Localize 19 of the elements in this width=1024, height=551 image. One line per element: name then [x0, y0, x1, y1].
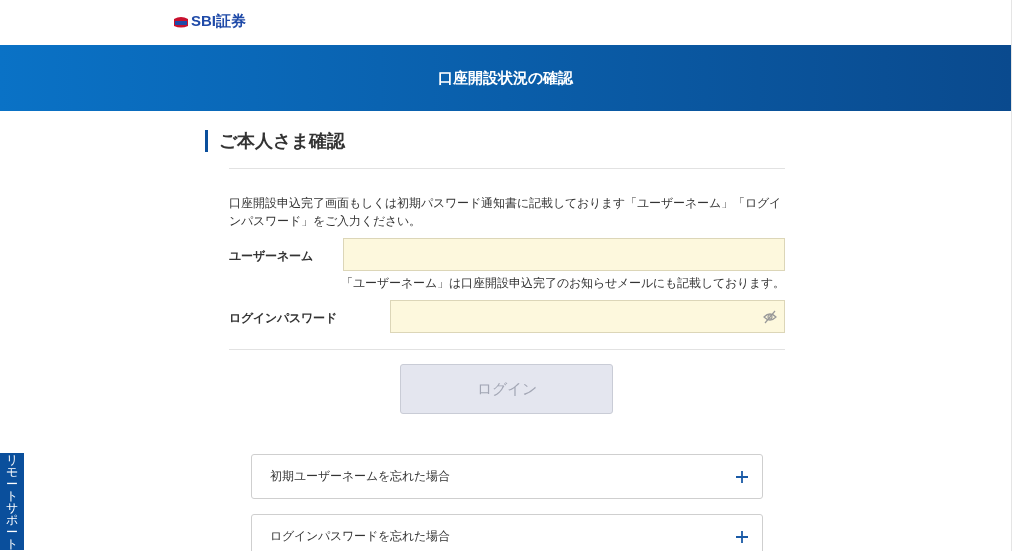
field-label: ログインパスワード [229, 310, 338, 327]
accordion-label: 初期ユーザーネームを忘れた場合 [270, 468, 450, 485]
hint-text: 「ユーザーネーム」は口座開設申込完了のお知らせメールにも記載しております。 [341, 275, 785, 292]
accordion-item[interactable]: 初期ユーザーネームを忘れた場合 [251, 454, 763, 499]
username-field[interactable] [343, 238, 785, 271]
password-field[interactable] [390, 300, 785, 333]
accent-bar [205, 130, 208, 152]
field-label: ユーザーネーム [229, 248, 314, 265]
plus-icon [735, 529, 749, 544]
eye-slash-icon[interactable] [762, 308, 778, 325]
logo-icon [173, 15, 189, 28]
section-title: ご本人さま確認 [219, 129, 345, 153]
remote-support-tab[interactable]: リモートサポート [0, 453, 24, 550]
instruction-text: 口座開設申込完了画面もしくは初期パスワード通知書に記載しております「ユーザーネーム」「ログインパスワード」をご入力ください。 [229, 195, 782, 230]
logo-text[interactable]: SBI証券 [191, 12, 246, 31]
plus-icon [735, 469, 749, 484]
accordion-label: ログインパスワードを忘れた場合 [270, 528, 450, 545]
page-title: 口座開設状況の確認 [438, 68, 573, 88]
accordion-item[interactable]: ログインパスワードを忘れた場合 [251, 514, 763, 551]
